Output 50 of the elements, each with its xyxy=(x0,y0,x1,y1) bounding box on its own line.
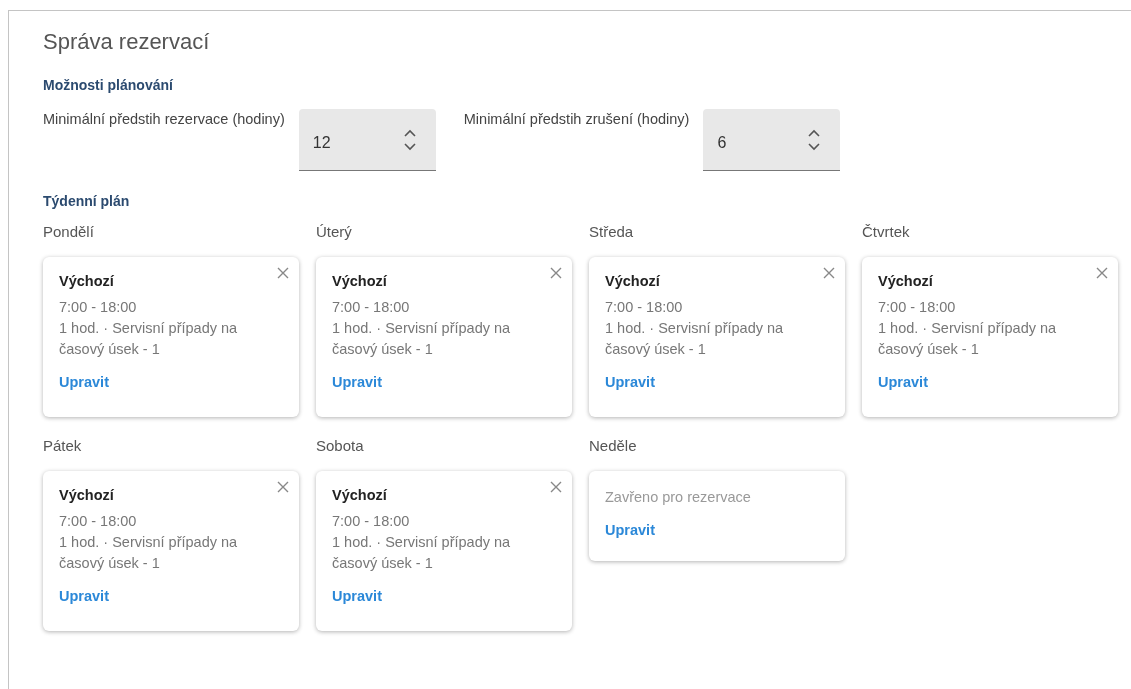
section-heading: Možnosti plánování xyxy=(43,77,174,93)
section-heading: Týdenní plán xyxy=(43,193,131,209)
close-icon[interactable] xyxy=(1096,267,1108,279)
chevron-down-icon[interactable] xyxy=(808,142,821,151)
chevron-up-icon[interactable] xyxy=(403,128,416,137)
day-label: Pátek xyxy=(43,437,83,454)
schedule-name: Výchozí xyxy=(605,273,661,289)
number-field[interactable]: 6 xyxy=(703,109,841,171)
close-icon[interactable] xyxy=(277,267,289,279)
edit-link[interactable]: Upravit xyxy=(605,374,655,390)
close-icon[interactable] xyxy=(550,267,562,279)
close-icon[interactable] xyxy=(823,267,835,279)
edit-link[interactable]: Upravit xyxy=(59,374,109,390)
page-title: Správa rezervací xyxy=(43,29,211,55)
schedule-hours: 7:00 - 18:00 xyxy=(878,298,957,317)
day-label: Neděle xyxy=(589,437,638,454)
schedule-detail: 1 hod. · Servisní případy na časový úsek - 1 xyxy=(332,533,512,573)
day-label: Pondělí xyxy=(43,223,95,240)
chevron-up-icon[interactable] xyxy=(808,128,821,137)
chevron-down-icon[interactable] xyxy=(403,142,416,151)
schedule-name: Výchozí xyxy=(59,487,115,503)
schedule-name: Výchozí xyxy=(878,273,934,289)
number-field[interactable]: 12 xyxy=(298,109,436,171)
close-icon[interactable] xyxy=(550,481,562,493)
day-label: Středa xyxy=(589,223,635,240)
close-icon[interactable] xyxy=(277,481,289,493)
closed-note: Zavřeno pro rezervace xyxy=(605,488,752,507)
schedule-name: Výchozí xyxy=(332,273,388,289)
day-label: Čtvrtek xyxy=(862,223,911,240)
edit-link[interactable]: Upravit xyxy=(605,522,655,538)
schedule-hours: 7:00 - 18:00 xyxy=(59,512,138,531)
schedule-detail: 1 hod. · Servisní případy na časový úsek - 1 xyxy=(59,319,239,359)
schedule-hours: 7:00 - 18:00 xyxy=(332,512,411,531)
edit-link[interactable]: Upravit xyxy=(878,374,928,390)
schedule-detail: 1 hod. · Servisní případy na časový úsek - 1 xyxy=(605,319,785,359)
field-label: Minimální předstih zrušení (hodiny) xyxy=(463,111,690,129)
schedule-hours: 7:00 - 18:00 xyxy=(332,298,411,317)
day-label: Úterý xyxy=(316,223,353,240)
edit-link[interactable]: Upravit xyxy=(332,374,382,390)
edit-link[interactable]: Upravit xyxy=(59,588,109,604)
schedule-detail: 1 hod. · Servisní případy na časový úsek - 1 xyxy=(332,319,512,359)
schedule-detail: 1 hod. · Servisní případy na časový úsek - 1 xyxy=(59,533,239,573)
schedule-name: Výchozí xyxy=(59,273,115,289)
schedule-hours: 7:00 - 18:00 xyxy=(59,298,138,317)
schedule-detail: 1 hod. · Servisní případy na časový úsek - 1 xyxy=(878,319,1058,359)
schedule-name: Výchozí xyxy=(332,487,388,503)
field-label: Minimální předstih rezervace (hodiny) xyxy=(43,111,285,129)
day-label: Sobota xyxy=(316,437,365,454)
edit-link[interactable]: Upravit xyxy=(332,588,382,604)
schedule-hours: 7:00 - 18:00 xyxy=(605,298,684,317)
